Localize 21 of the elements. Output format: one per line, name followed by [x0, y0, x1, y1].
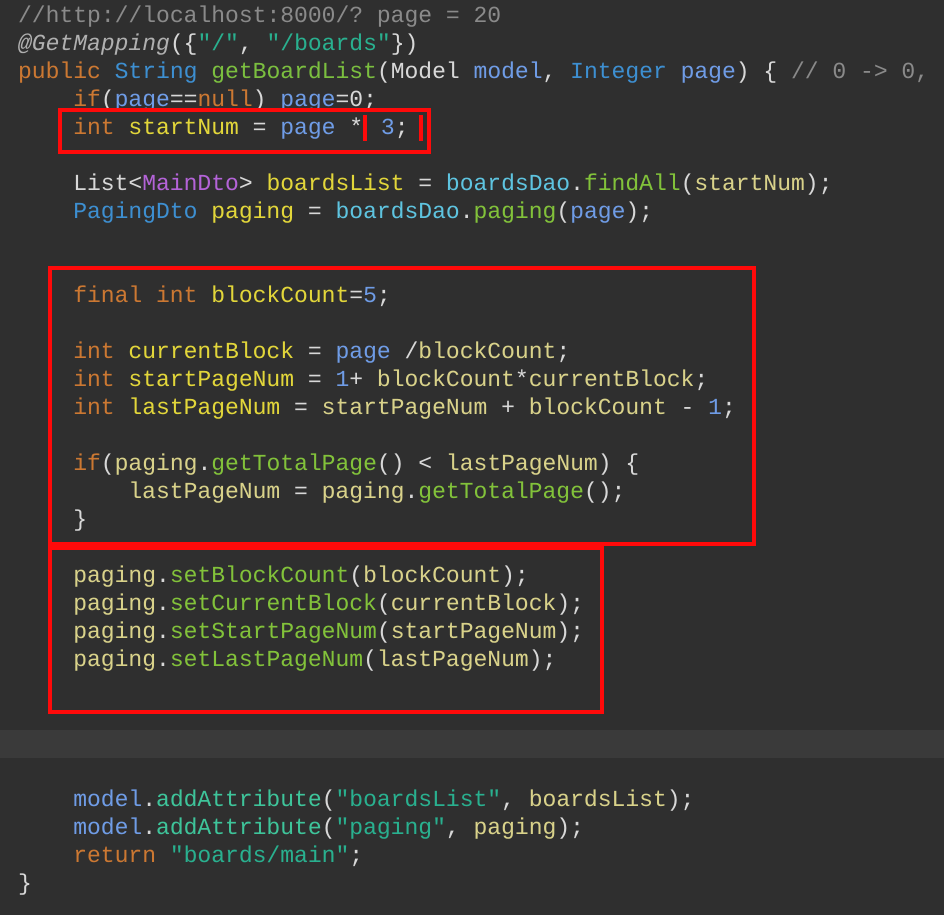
code-line: }	[73, 506, 87, 534]
code-line: paging.setStartPageNum(startPageNum);	[73, 618, 584, 646]
code-line: int startNum = page * 3;	[73, 114, 422, 142]
code-line: paging.setBlockCount(blockCount);	[73, 562, 529, 590]
code-line: paging.setCurrentBlock(currentBlock);	[73, 590, 584, 618]
code-line: List<MainDto> boardsList = boardsDao.findAll(startNum);	[73, 170, 832, 198]
code-line: if(paging.getTotalPage() < lastPageNum) {	[73, 450, 640, 478]
code-line: final int blockCount=5;	[73, 282, 391, 310]
code-line: PagingDto paging = boardsDao.paging(page);	[73, 198, 653, 226]
code-line: //http://localhost:8000/? page = 20	[18, 2, 502, 30]
code-line: paging.setLastPageNum(lastPageNum);	[73, 646, 556, 674]
code-line: return "boards/main";	[73, 842, 364, 870]
code-line: }	[18, 870, 32, 898]
code-line: model.addAttribute("boardsList", boardsList);	[73, 786, 694, 814]
code-line: int startPageNum = 1+ blockCount*currentBlock;	[73, 366, 708, 394]
code-line: int lastPageNum = startPageNum + blockCount - 1;	[73, 394, 736, 422]
code-line: @GetMapping({"/", "/boards"})	[18, 30, 418, 58]
code-line: lastPageNum = paging.getTotalPage();	[128, 478, 626, 506]
code-line: public String getBoardList(Model model, Integer page) { // 0 -> 0,	[18, 58, 930, 86]
code-line: int currentBlock = page /blockCount;	[73, 338, 570, 366]
code-line: model.addAttribute("paging", paging);	[73, 814, 584, 842]
